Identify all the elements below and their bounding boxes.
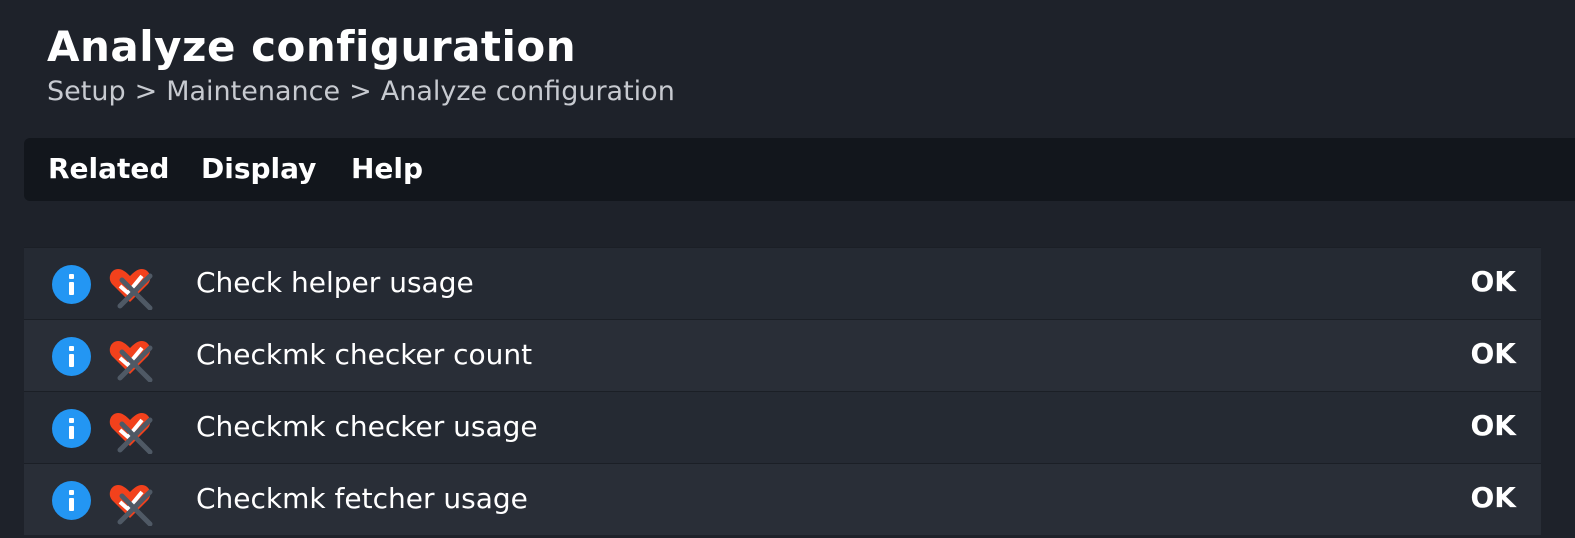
status-badge: OK [1470,409,1517,442]
menu-help[interactable]: Help [351,152,423,185]
info-icon[interactable] [52,337,91,376]
status-badge: OK [1470,337,1517,370]
status-badge: OK [1470,481,1517,514]
check-name: Checkmk checker count [196,338,533,371]
breadcrumb-separator: > [349,76,372,107]
acknowledge-icon[interactable] [106,406,154,454]
breadcrumb-separator: > [134,76,158,107]
page-menu-bar: Related Display Help [24,138,1575,201]
check-name: Check helper usage [196,266,474,299]
breadcrumb-setup[interactable]: Setup [47,76,126,107]
table-row: Checkmk checker count OK [24,319,1541,391]
info-icon[interactable] [52,481,91,520]
breadcrumb-maintenance[interactable]: Maintenance [166,76,340,107]
analysis-table: Check helper usage OK Checkmk checker co… [24,247,1541,535]
breadcrumb-current: Analyze configuration [380,76,675,107]
table-row: Check helper usage OK [24,247,1541,319]
check-name: Checkmk checker usage [196,410,538,443]
page-title: Analyze configuration [47,22,577,71]
check-name: Checkmk fetcher usage [196,482,528,515]
acknowledge-icon[interactable] [106,334,154,382]
breadcrumb: Setup > Maintenance > Analyze configuration [47,76,675,107]
info-icon[interactable] [52,409,91,448]
table-row: Checkmk checker usage OK [24,391,1541,463]
menu-related[interactable]: Related [48,152,169,185]
menu-display[interactable]: Display [201,152,316,185]
status-badge: OK [1470,265,1517,298]
info-icon[interactable] [52,265,91,304]
acknowledge-icon[interactable] [106,478,154,526]
acknowledge-icon[interactable] [106,262,154,310]
table-row: Checkmk fetcher usage OK [24,463,1541,535]
